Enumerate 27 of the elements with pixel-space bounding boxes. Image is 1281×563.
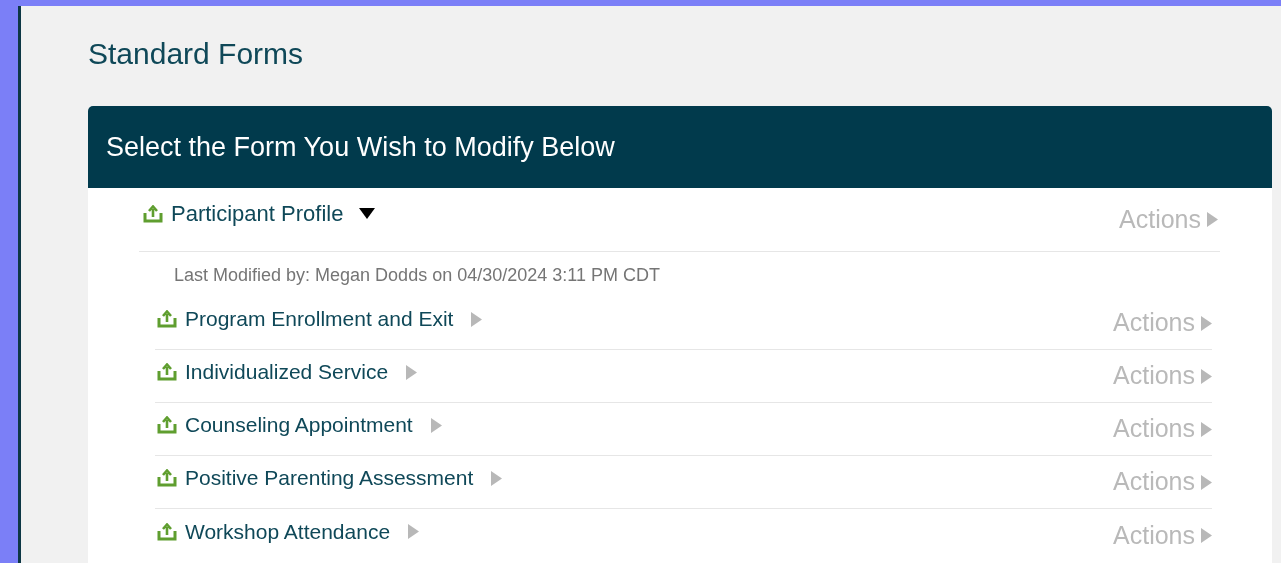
caret-right-icon[interactable]: [471, 311, 483, 327]
caret-right-icon[interactable]: [406, 364, 418, 380]
upload-icon: [143, 204, 163, 223]
upload-icon: [157, 310, 177, 328]
caret-right-icon: [1201, 528, 1212, 543]
caret-down-icon[interactable]: [359, 208, 376, 219]
upload-icon: [157, 522, 177, 541]
form-name[interactable]: Individualized Service: [185, 356, 389, 388]
form-name[interactable]: Program Enrollment and Exit: [185, 303, 454, 335]
caret-right-icon: [1201, 421, 1212, 437]
upload-icon: [157, 416, 177, 434]
caret-right-icon[interactable]: [491, 470, 503, 486]
caret-right-icon: [1201, 315, 1212, 331]
form-name[interactable]: Positive Parenting Assessment: [185, 462, 474, 494]
form-name[interactable]: Counseling Appointment: [185, 409, 413, 441]
caret-right-icon[interactable]: [408, 524, 420, 539]
form-name[interactable]: Participant Profile: [171, 197, 344, 230]
caret-right-icon: [1201, 368, 1212, 384]
panel-title: Select the Form You Wish to Modify Below: [106, 130, 615, 164]
caret-right-icon: [1201, 474, 1212, 490]
caret-right-icon: [1207, 212, 1218, 227]
upload-icon: [157, 469, 177, 487]
upload-icon: [157, 363, 177, 381]
page-title: Standard Forms: [88, 36, 304, 72]
last-modified-text: Last Modified by: Megan Dodds on 04/30/2024 3:11 PM CDT: [174, 265, 660, 285]
caret-right-icon[interactable]: [430, 417, 442, 433]
form-name[interactable]: Workshop Attendance: [185, 515, 391, 548]
